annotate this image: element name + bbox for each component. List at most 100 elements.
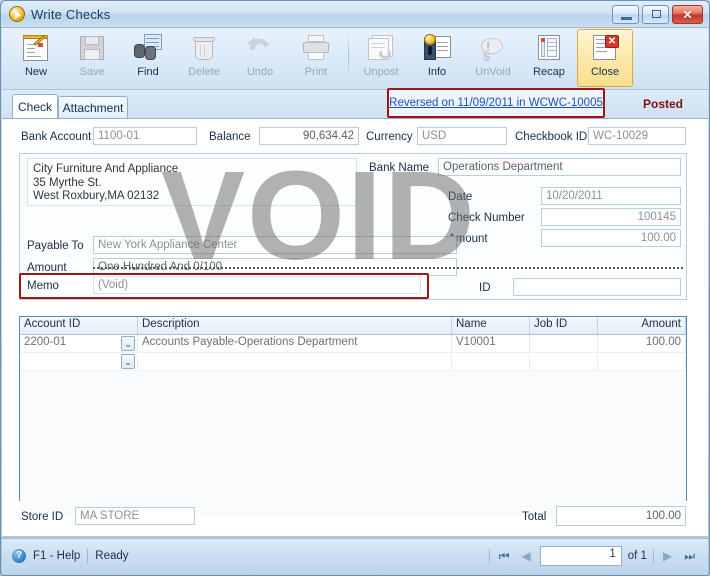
currency-field[interactable]: USD (417, 127, 507, 145)
toolbar-button-find[interactable]: Find (120, 29, 176, 87)
id-field[interactable] (513, 278, 681, 296)
grid-cell-name[interactable] (452, 353, 530, 370)
page-number-input[interactable]: 1 (539, 546, 622, 566)
address-line: City Furniture And Appliance (33, 163, 179, 175)
grid-column-header[interactable]: Name (452, 317, 530, 334)
nav-next-button[interactable]: ▶ (660, 546, 675, 566)
new-document-icon (20, 33, 52, 63)
bank-name-field[interactable]: Operations Department (438, 158, 681, 176)
address-line: West Roxbury,MA 02132 (33, 190, 160, 202)
grid-cell-name[interactable]: V10001 (452, 335, 530, 352)
write-checks-window: Write Checks ✕ New Save Find Delete Undo… (0, 0, 710, 576)
table-row[interactable]: ⌄ (20, 353, 686, 371)
toolbar-button-info[interactable]: Info (409, 29, 465, 87)
toolbar-button-unvoid[interactable]: ! $ UnVoid (465, 29, 521, 87)
close-icon: ✕ (682, 7, 693, 22)
grid-column-header[interactable]: Description (138, 317, 452, 334)
status-badge-posted: Posted (642, 97, 683, 111)
toolbar-label-new: New (24, 66, 47, 78)
toolbar-separator (348, 32, 349, 80)
printer-icon (300, 33, 332, 63)
toolbar-button-unpost[interactable]: Unpost (353, 29, 409, 87)
toolbar-label-undo: Undo (246, 66, 274, 78)
nav-first-button[interactable]: ⏮ (496, 546, 513, 566)
question-mark-icon: ? (12, 549, 26, 563)
balance-field: 90,634.42 (259, 127, 359, 145)
floppy-disk-icon (76, 33, 108, 63)
toolbar-label-unvoid: UnVoid (475, 66, 511, 78)
company-address-block: City Furniture And Appliance 35 Myrthe St… (27, 158, 357, 206)
status-bar: ? F1 - Help Ready ⏮ ◀ 1 of 1 ▶ ⏭ (2, 538, 708, 575)
date-label: Date (448, 191, 473, 203)
play-orb-icon (9, 6, 25, 22)
grid-cell-amount[interactable]: 100.00 (598, 335, 686, 352)
memo-label: Memo (27, 280, 59, 292)
grid-cell-description[interactable]: Accounts Payable-Operations Department (138, 335, 452, 352)
record-navigator: ⏮ ◀ 1 of 1 ▶ ⏭ (488, 546, 698, 566)
bank-account-label: Bank Account (21, 131, 92, 143)
checkbook-id-field[interactable]: WC-10029 (588, 127, 686, 145)
currency-label: Currency (366, 131, 413, 143)
chevron-down-icon[interactable]: ⌄ (121, 354, 135, 369)
date-field[interactable]: 10/20/2011 (541, 187, 681, 205)
amount-dotted-rule (93, 267, 683, 269)
chevron-down-icon[interactable]: ⌄ (121, 336, 135, 351)
minimize-icon (621, 17, 632, 20)
ready-text: Ready (95, 550, 129, 562)
window-title: Write Checks (31, 6, 111, 22)
close-window-button[interactable]: ✕ (672, 5, 703, 24)
window-controls: ✕ (612, 5, 703, 24)
payable-to-label: Payable To (27, 240, 84, 252)
toolbar-button-print[interactable]: Print (288, 29, 344, 87)
memo-field[interactable]: (Void) (93, 276, 421, 294)
grid-cell-job-id[interactable] (530, 335, 598, 352)
toolbar-button-save[interactable]: Save (64, 29, 120, 87)
grid-cell-account-id[interactable]: ⌄ (20, 353, 138, 370)
title-bar: Write Checks ✕ (1, 1, 709, 28)
total-label: Total (522, 511, 547, 523)
grid-cell-amount[interactable] (598, 353, 686, 370)
bank-account-field[interactable]: 1100-01 (93, 127, 197, 145)
recap-report-icon (533, 33, 565, 63)
status-divider (87, 549, 89, 563)
status-bar-left: ? F1 - Help Ready (12, 549, 129, 563)
toolbar-label-unpost: Unpost (363, 66, 399, 78)
toolbar-button-new[interactable]: New (8, 29, 64, 87)
grid-cell-account-id[interactable]: 2200-01 ⌄ (20, 335, 138, 352)
nav-divider-right (652, 549, 654, 563)
check-amount-field[interactable]: 100.00 (541, 229, 681, 247)
check-number-label: Check Number (448, 212, 525, 224)
toolbar-label-recap: Recap (533, 66, 565, 78)
grid-body: 2200-01 ⌄ Accounts Payable-Operations Depa… (20, 335, 686, 371)
reversed-notice-box: Reversed on 11/09/2011 in WCWC-10005 (387, 88, 605, 118)
minimize-button[interactable] (612, 5, 639, 24)
grid-cell-description[interactable] (138, 353, 452, 370)
grid-column-header[interactable]: Account ID (20, 317, 138, 334)
nav-prev-button[interactable]: ◀ (519, 546, 534, 566)
tab-check[interactable]: Check (12, 94, 58, 118)
reversed-link[interactable]: Reversed on 11/09/2011 in WCWC-10005 (389, 97, 603, 109)
table-row[interactable]: 2200-01 ⌄ Accounts Payable-Operations Depa… (20, 335, 686, 353)
grid-cell-job-id[interactable] (530, 353, 598, 370)
toolbar-label-close: Close (590, 66, 620, 78)
payable-to-field[interactable]: New York Appliance Center (93, 236, 457, 254)
total-field: 100.00 (556, 506, 686, 526)
trash-can-icon (188, 33, 220, 63)
toolbar-button-undo[interactable]: Undo (232, 29, 288, 87)
tab-attachment[interactable]: Attachment (58, 96, 128, 118)
store-id-field[interactable]: MA STORE (75, 507, 195, 525)
nav-last-button[interactable]: ⏭ (681, 546, 698, 566)
grid-column-header[interactable]: Amount (598, 317, 686, 334)
check-number-field[interactable]: 100145 (541, 208, 681, 226)
unpost-icon (365, 33, 397, 63)
toolbar-button-delete[interactable]: Delete (176, 29, 232, 87)
toolbar: New Save Find Delete Undo Print Unpost I… (2, 28, 708, 90)
toolbar-button-recap[interactable]: Recap (521, 29, 577, 87)
grid-column-header[interactable]: Job ID (530, 317, 598, 334)
id-label: ID (479, 282, 491, 294)
toolbar-button-close[interactable]: ✕ Close (577, 29, 633, 87)
help-text[interactable]: F1 - Help (33, 550, 80, 562)
grid-empty-area (20, 371, 686, 518)
toolbar-label-save: Save (79, 66, 105, 78)
maximize-button[interactable] (642, 5, 669, 24)
